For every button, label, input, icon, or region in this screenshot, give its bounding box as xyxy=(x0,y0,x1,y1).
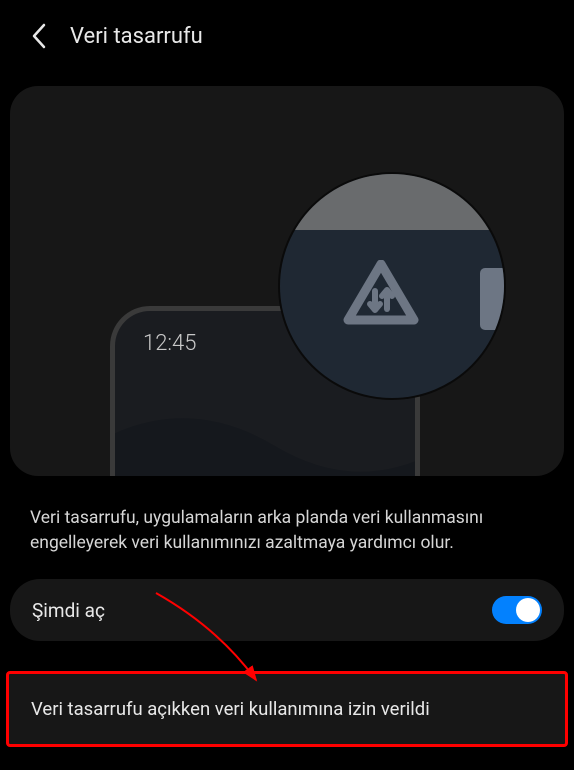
enable-now-toggle-row[interactable]: Şimdi aç xyxy=(10,579,564,641)
phone-clock: 12:45 xyxy=(143,331,196,356)
description-text: Veri tasarrufu, uygulamaların arka pland… xyxy=(0,476,574,575)
battery-icon xyxy=(480,268,504,330)
enable-now-switch[interactable] xyxy=(492,596,542,624)
magnifier-statusbar-bg xyxy=(280,174,504,230)
enable-now-label: Şimdi aç xyxy=(32,599,105,622)
switch-thumb xyxy=(516,598,540,622)
magnifier-circle xyxy=(280,174,504,398)
page-title: Veri tasarrufu xyxy=(70,24,203,49)
header-bar: Veri tasarrufu xyxy=(0,0,574,68)
data-saver-icon xyxy=(340,260,422,338)
chevron-left-icon xyxy=(30,22,50,50)
allowed-apps-row[interactable]: Veri tasarrufu açıkken veri kullanımına … xyxy=(6,671,568,747)
illustration-card: 12:45 xyxy=(10,86,564,476)
back-button[interactable] xyxy=(22,18,58,54)
allowed-apps-label: Veri tasarrufu açıkken veri kullanımına … xyxy=(31,698,430,720)
